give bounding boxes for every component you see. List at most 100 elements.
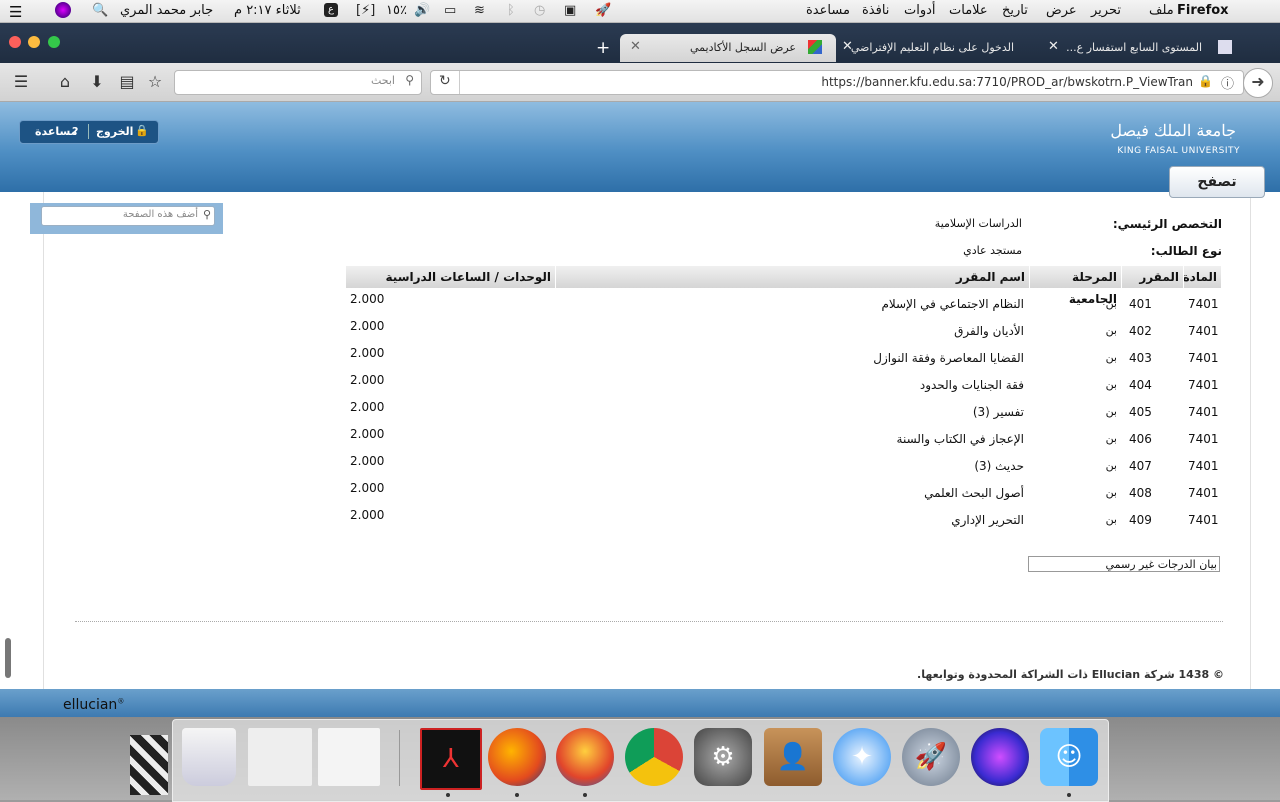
menu-file[interactable]: ملف (1149, 3, 1174, 18)
stack-downloads-icon[interactable] (318, 728, 380, 786)
transcript-type-select[interactable]: بيان الدرجات غير رسمي (1028, 556, 1220, 572)
user-name[interactable]: جابر محمد المري (120, 3, 213, 18)
search-placeholder: ابحث (370, 74, 395, 87)
acrobat-icon[interactable]: ⅄ (420, 728, 482, 790)
cell-hours: 2.000 (350, 427, 385, 441)
search-icon: ⚲ (405, 73, 414, 87)
cell-course-name: النظام الاجتماعي في الإسلام (881, 297, 1024, 311)
display-icon[interactable]: ▣ (564, 3, 576, 18)
lock-icon[interactable]: 🔒 (135, 124, 149, 137)
cell-subject: 7401 (1188, 324, 1219, 338)
cell-hours: 2.000 (350, 292, 385, 306)
menu-help[interactable]: مساعدة (806, 3, 850, 18)
zoom-window-button[interactable] (48, 36, 60, 48)
tab-lms-login[interactable]: ✕ الدخول على نظام التعليم الإفتراضي (838, 34, 1034, 62)
menu-edit[interactable]: تحرير (1091, 3, 1121, 18)
cell-subject: 7401 (1188, 378, 1219, 392)
close-tab-icon[interactable]: ✕ (1048, 39, 1059, 54)
desktop-file-icon[interactable] (130, 735, 168, 795)
favicon-icon (1218, 40, 1232, 54)
help-icon[interactable]: ? (72, 125, 78, 138)
cell-course: 404 (1129, 378, 1152, 392)
browse-menu-button[interactable]: تصفح (1169, 166, 1265, 198)
col-course-name: اسم المقرر (556, 266, 1030, 288)
search-field[interactable]: ابحث ⚲ (174, 70, 422, 95)
add-page-input[interactable]: أضف هذه الصفحة ⚲ (41, 206, 215, 226)
url-text[interactable]: https://banner.kfu.edu.sa:7710/PROD_ar/b… (821, 75, 1193, 89)
bluetooth-icon[interactable]: ᛒ (507, 3, 515, 18)
col-course: المقرر (1122, 266, 1184, 288)
info-icon[interactable]: ⓘ (1221, 73, 1234, 92)
airplay-icon[interactable]: ▭ (444, 3, 456, 18)
cell-level: بن (1105, 351, 1117, 364)
rocket-app-icon[interactable] (556, 728, 614, 786)
ellucian-logo: ellucian® (63, 697, 125, 713)
download-icon[interactable]: ⬇ (87, 72, 107, 91)
cell-course-name: الإعجاز في الكتاب والسنة (896, 432, 1024, 446)
bookmark-star-icon[interactable]: ☆ (145, 72, 165, 91)
cell-course: 406 (1129, 432, 1152, 446)
cell-level: بن (1105, 405, 1117, 418)
cell-hours: 2.000 (350, 508, 385, 522)
lock-icon[interactable]: 🔒 (1198, 74, 1213, 88)
launchpad-icon[interactable]: 🚀 (902, 728, 960, 786)
cell-level: بن (1105, 459, 1117, 472)
cell-hours: 2.000 (350, 319, 385, 333)
firefox-icon[interactable] (488, 728, 546, 786)
clock[interactable]: ثلاثاء ٢:١٧ م (234, 3, 301, 18)
cell-course: 407 (1129, 459, 1152, 473)
cell-level: بن (1105, 324, 1117, 337)
wifi-icon[interactable]: ≋ (474, 3, 485, 18)
menu-hamburger-icon[interactable]: ☰ (11, 72, 31, 91)
trash-icon[interactable] (182, 728, 236, 786)
stack-documents-icon[interactable] (248, 728, 312, 786)
volume-icon[interactable]: 🔊 (414, 3, 430, 18)
search-icon: ⚲ (202, 208, 211, 221)
chrome-icon[interactable] (625, 728, 683, 786)
session-controls: مساعدة ? الخروج 🔒 (19, 120, 159, 144)
student-type-label: نوع الطالب: (1150, 244, 1222, 258)
system-preferences-icon[interactable]: ⚙ (694, 728, 752, 786)
menu-window[interactable]: نافذة (862, 3, 889, 18)
menu-app-firefox[interactable]: Firefox (1177, 3, 1229, 18)
cell-course: 408 (1129, 486, 1152, 500)
rocket-status-icon[interactable]: 🚀 (595, 3, 611, 18)
copyright: © 1438 شركة Ellucian ذات الشراكة المحدود… (917, 668, 1224, 681)
logout-link[interactable]: الخروج (96, 125, 133, 138)
minimize-window-button[interactable] (28, 36, 40, 48)
url-bar[interactable]: ↻ https://banner.kfu.edu.sa:7710/PROD_ar… (430, 70, 1244, 95)
separator (75, 621, 1223, 622)
tab-inquiry[interactable]: ✕ المستوى السابع استفسار ع... (1044, 34, 1246, 62)
scrollbar-thumb[interactable] (5, 638, 11, 678)
safari-icon[interactable]: ✦ (833, 728, 891, 786)
control-center-icon[interactable]: ☰ (9, 3, 22, 21)
cell-course-name: تفسير (3) (972, 405, 1024, 419)
finder-icon[interactable]: ☺ (1040, 728, 1098, 786)
forward-button[interactable]: ➜ (1243, 68, 1273, 98)
input-source[interactable]: ع (324, 3, 338, 17)
major-label: التخصص الرئيسي: (1112, 217, 1222, 231)
cell-hours: 2.000 (350, 373, 385, 387)
menu-history[interactable]: تاريخ (1002, 3, 1028, 18)
cell-course-name: حديث (3) (974, 459, 1024, 473)
menu-bookmarks[interactable]: علامات (949, 3, 988, 18)
reload-icon[interactable]: ↻ (439, 73, 451, 89)
siri-icon[interactable] (971, 728, 1029, 786)
content-border (1250, 192, 1251, 689)
close-tab-icon[interactable]: ✕ (630, 39, 641, 54)
close-window-button[interactable] (9, 36, 21, 48)
spotlight-icon[interactable]: 🔍 (92, 3, 108, 18)
cell-course-name: أصول البحث العلمي (924, 486, 1024, 500)
reader-icon[interactable]: ▤ (117, 72, 137, 91)
student-type-value: مستجد عادي (963, 244, 1022, 257)
tab-academic-record[interactable]: ✕ عرض السجل الأكاديمي (620, 34, 836, 62)
battery-icon[interactable]: [⚡] (356, 3, 375, 18)
content-border (43, 192, 44, 689)
home-icon[interactable]: ⌂ (55, 72, 75, 91)
contacts-icon[interactable]: 👤 (764, 728, 822, 786)
menu-view[interactable]: عرض (1046, 3, 1077, 18)
siri-icon[interactable] (55, 2, 71, 18)
time-machine-icon[interactable]: ◷ (534, 3, 545, 18)
new-tab-button[interactable]: + (596, 38, 610, 58)
menu-tools[interactable]: أدوات (904, 3, 936, 18)
